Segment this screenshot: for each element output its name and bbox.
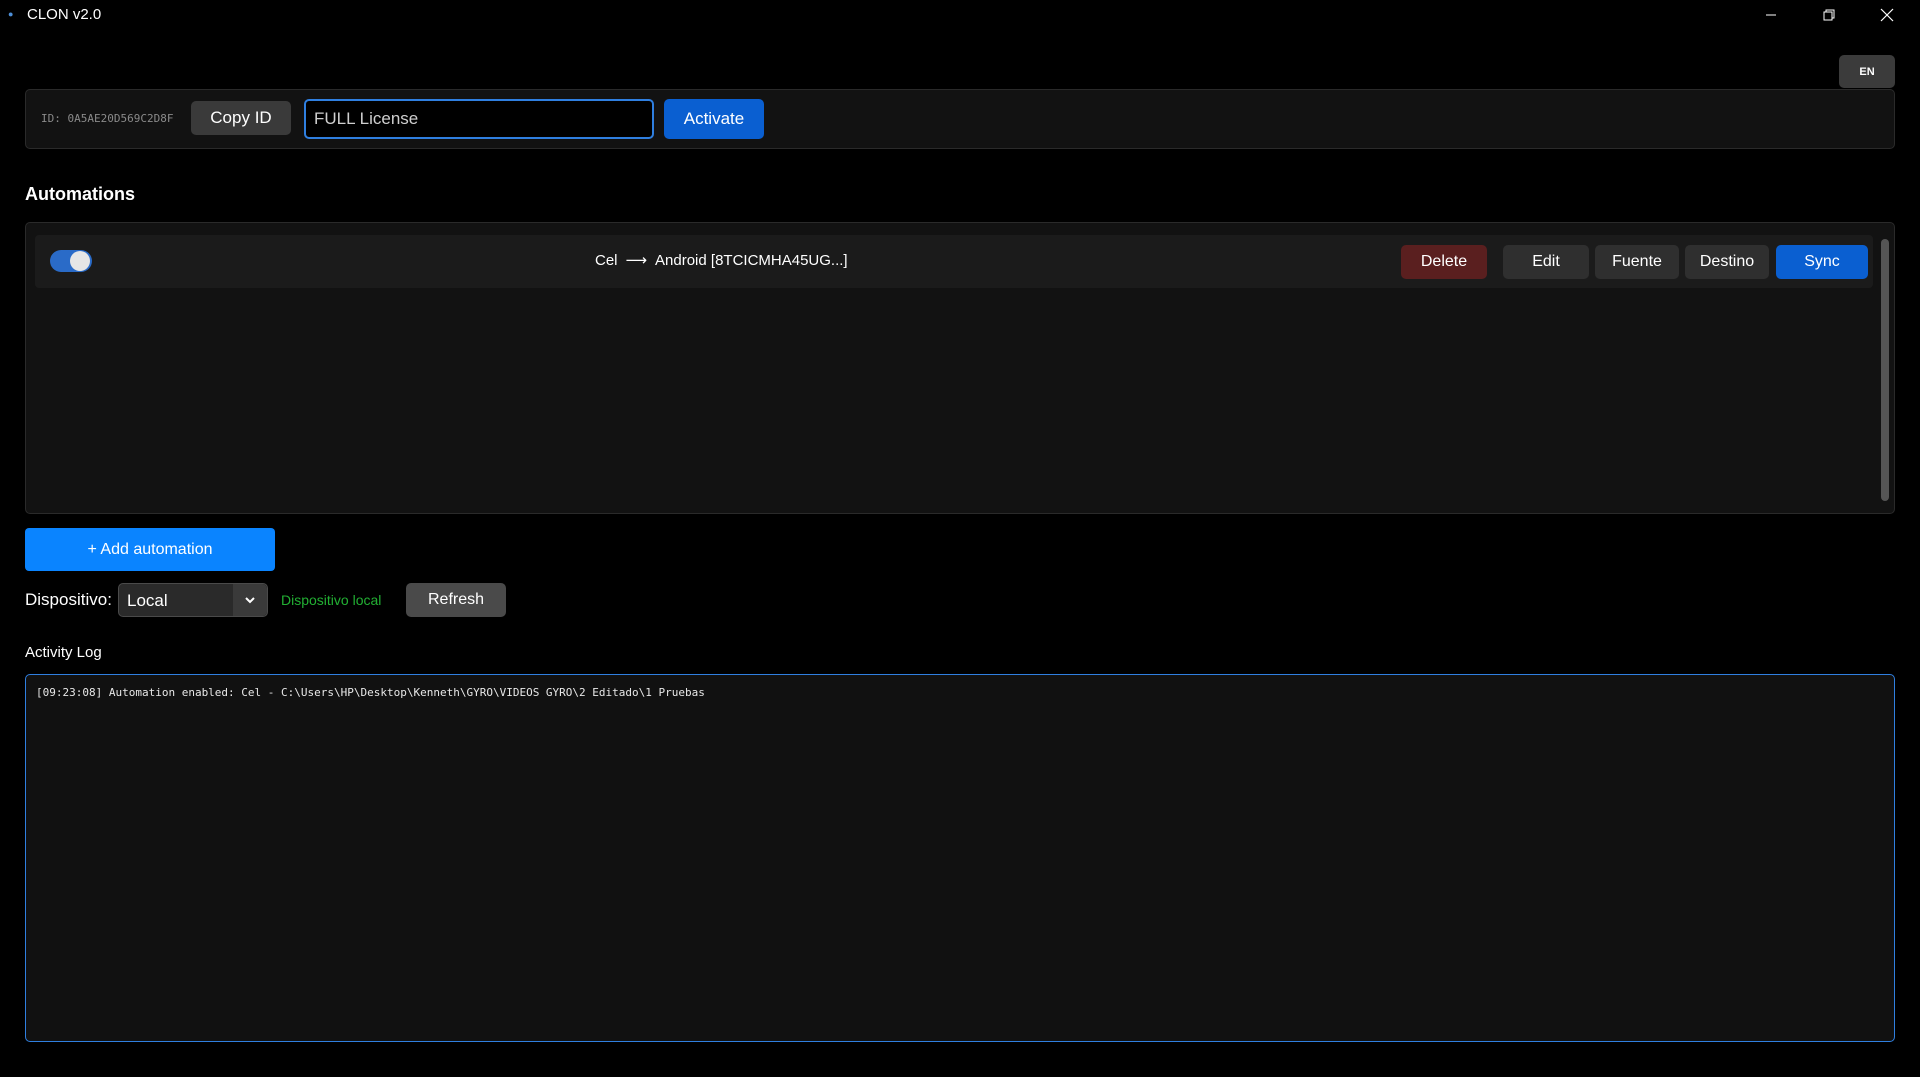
chevron-down-icon[interactable] bbox=[233, 584, 267, 616]
machine-id-text: ID: 0A5AE20D569C2D8F bbox=[41, 112, 174, 125]
restore-icon bbox=[1823, 9, 1835, 21]
automation-enabled-toggle[interactable] bbox=[50, 250, 92, 272]
delete-button[interactable]: Delete bbox=[1401, 245, 1487, 279]
language-button[interactable]: EN bbox=[1839, 55, 1895, 88]
automation-item: Cel ⟶ Android [8TCICMHA45UG...] Delete E… bbox=[35, 235, 1873, 288]
device-status: Dispositivo local bbox=[281, 592, 382, 608]
activate-button[interactable]: Activate bbox=[664, 99, 764, 139]
activity-log[interactable]: [09:23:08] Automation enabled: Cel - C:\… bbox=[25, 674, 1895, 1042]
automations-list: Cel ⟶ Android [8TCICMHA45UG...] Delete E… bbox=[25, 222, 1895, 514]
device-label: Dispositivo: bbox=[25, 590, 112, 609]
license-panel: ID: 0A5AE20D569C2D8F Copy ID FULL Licens… bbox=[25, 89, 1895, 149]
device-select[interactable]: Local bbox=[118, 583, 268, 617]
title-bar: ● CLON v2.0 bbox=[0, 0, 1920, 30]
automation-source: Cel bbox=[595, 251, 618, 269]
app-dot-icon: ● bbox=[8, 9, 14, 19]
edit-button[interactable]: Edit bbox=[1503, 245, 1589, 279]
refresh-button[interactable]: Refresh bbox=[406, 583, 506, 617]
minimize-icon bbox=[1766, 14, 1776, 16]
log-line: [09:23:08] Automation enabled: Cel - C:\… bbox=[36, 686, 705, 699]
close-button[interactable] bbox=[1858, 0, 1916, 30]
arrow-right-icon: ⟶ bbox=[625, 252, 648, 269]
automation-route: Cel ⟶ Android [8TCICMHA45UG...] bbox=[595, 251, 848, 270]
sync-button[interactable]: Sync bbox=[1776, 245, 1868, 279]
fuente-button[interactable]: Fuente bbox=[1595, 245, 1679, 279]
add-automation-button[interactable]: + Add automation bbox=[25, 528, 275, 571]
automations-scrollbar[interactable] bbox=[1881, 239, 1889, 501]
close-icon bbox=[1880, 8, 1894, 22]
automations-title: Automations bbox=[25, 184, 135, 204]
device-select-value: Local bbox=[127, 591, 168, 610]
license-input[interactable]: FULL License bbox=[304, 99, 654, 139]
window-title: CLON v2.0 bbox=[27, 6, 102, 23]
activity-log-title: Activity Log bbox=[25, 644, 102, 661]
restore-button[interactable] bbox=[1800, 0, 1858, 30]
toggle-knob bbox=[70, 251, 90, 271]
destino-button[interactable]: Destino bbox=[1685, 245, 1769, 279]
minimize-button[interactable] bbox=[1742, 0, 1800, 30]
automation-target: Android [8TCICMHA45UG...] bbox=[655, 251, 848, 269]
copy-id-button[interactable]: Copy ID bbox=[191, 101, 291, 135]
